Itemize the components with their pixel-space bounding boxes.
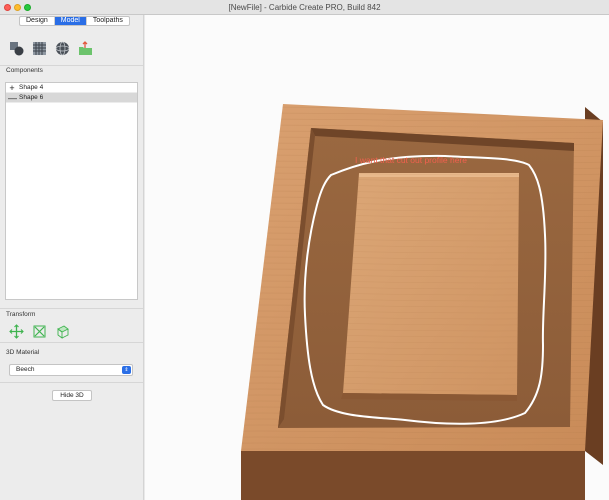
component-label: Shape 4 xyxy=(19,83,44,91)
tab-design[interactable]: Design xyxy=(20,17,55,25)
component-label: Shape 6 xyxy=(19,93,44,101)
annotation-text: I want that cut out profile here xyxy=(355,155,467,165)
window-title: [NewFile] - Carbide Create PRO, Build 84… xyxy=(228,3,381,12)
chevron-updown-icon[interactable]: ⇕ xyxy=(122,366,131,374)
scale-icon[interactable] xyxy=(32,324,47,339)
rotate-icon[interactable] xyxy=(55,324,70,339)
hide-3d-button[interactable]: Hide 3D xyxy=(52,390,92,401)
island-grain xyxy=(343,173,519,395)
move-icon[interactable] xyxy=(9,324,24,339)
sphere-icon[interactable] xyxy=(55,40,70,56)
board-front-edge xyxy=(241,451,585,500)
left-panel: Design Model Toolpaths Components + Shap… xyxy=(0,15,144,500)
divider xyxy=(0,342,143,343)
transform-label: Transform xyxy=(6,311,36,318)
list-item[interactable]: + Shape 4 xyxy=(6,83,137,93)
mode-tabs: Design Model Toolpaths xyxy=(19,16,130,26)
3d-model-render: I want that cut out profile here xyxy=(241,104,603,500)
list-item[interactable]: — Shape 6 xyxy=(6,93,137,103)
texture-pattern-icon[interactable] xyxy=(32,40,47,56)
material-value: Beech xyxy=(16,366,35,373)
tab-model[interactable]: Model xyxy=(54,17,87,25)
divider xyxy=(0,308,143,309)
import-model-icon[interactable] xyxy=(78,40,93,56)
expand-icon[interactable]: + xyxy=(8,83,16,92)
model-toolbar xyxy=(9,40,93,56)
3d-viewport[interactable]: I want that cut out profile here xyxy=(145,15,609,500)
divider xyxy=(0,382,143,383)
divider xyxy=(0,65,143,66)
material-select[interactable]: Beech ⇕ xyxy=(9,364,133,376)
transform-toolbar xyxy=(9,324,70,339)
components-label: Components xyxy=(6,67,43,74)
title-bar: [NewFile] - Carbide Create PRO, Build 84… xyxy=(0,0,609,15)
tab-toolpaths[interactable]: Toolpaths xyxy=(87,17,129,25)
shape-from-vector-icon[interactable] xyxy=(9,40,24,56)
components-list[interactable]: + Shape 4 — Shape 6 xyxy=(5,82,138,300)
collapse-icon[interactable]: — xyxy=(8,93,17,102)
material-label: 3D Material xyxy=(6,349,40,356)
